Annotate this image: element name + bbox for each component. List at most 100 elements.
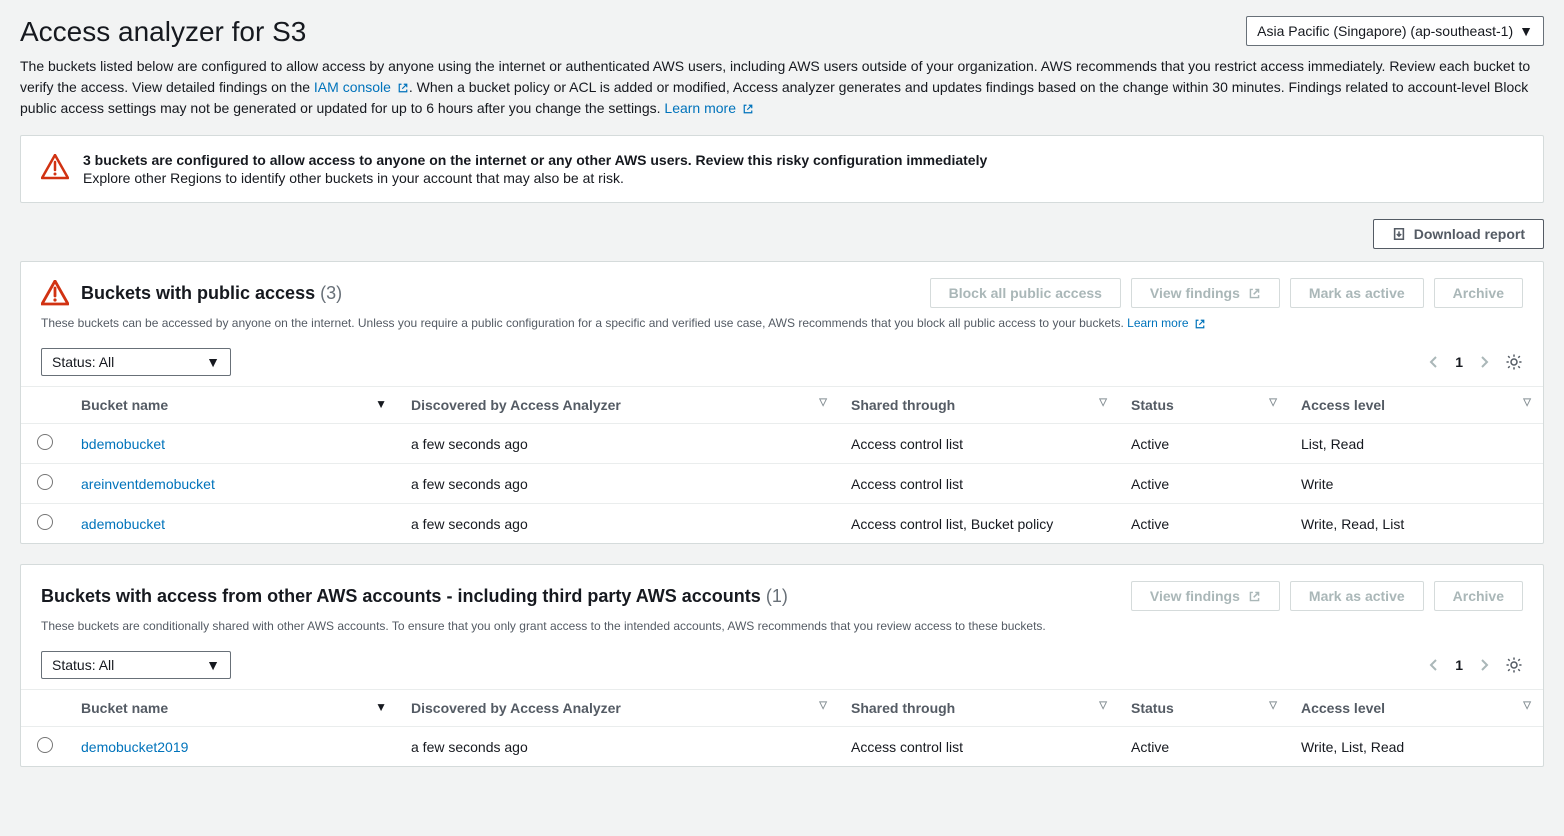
panel-title-text: Buckets with public access: [81, 283, 315, 303]
prev-page-button[interactable]: [1429, 354, 1439, 370]
col-status[interactable]: Status ▽: [1119, 387, 1289, 424]
panel-description: These buckets can be accessed by anyone …: [21, 312, 1543, 342]
shared-cell: Access control list: [839, 727, 1119, 767]
status-filter-select[interactable]: Status: All ▼: [41, 348, 231, 376]
status-cell: Active: [1119, 727, 1289, 767]
public-buckets-table: Bucket name ▼ Discovered by Access Analyz…: [21, 386, 1543, 543]
row-select-radio[interactable]: [37, 737, 53, 753]
access-cell: List, Read: [1289, 424, 1543, 464]
table-row: areinventdemobucket a few seconds agoAcce…: [21, 464, 1543, 504]
panel-learn-more-link[interactable]: Learn more: [1127, 316, 1206, 330]
row-select-radio[interactable]: [37, 514, 53, 530]
status-cell: Active: [1119, 424, 1289, 464]
bucket-name-link[interactable]: areinventdemobucket: [81, 476, 215, 492]
external-link-icon: [1194, 318, 1206, 330]
learn-more-text: Learn more: [664, 100, 736, 116]
table-row: ademobucketa few seconds agoAccess contr…: [21, 504, 1543, 544]
discovered-cell: a few seconds ago: [399, 464, 839, 504]
iam-link-text: IAM console: [314, 79, 391, 95]
panel-learn-more-text: Learn more: [1127, 316, 1188, 330]
prev-page-button[interactable]: [1429, 657, 1439, 673]
sort-icon: ▽: [1269, 397, 1277, 408]
status-cell: Active: [1119, 464, 1289, 504]
col-shared-label: Shared through: [851, 397, 955, 413]
archive-button[interactable]: Archive: [1434, 581, 1523, 611]
sort-icon: ▽: [819, 700, 827, 711]
caret-down-icon: ▼: [206, 657, 220, 673]
status-filter-label: Status: All: [52, 354, 114, 370]
view-findings-label: View findings: [1150, 588, 1240, 604]
settings-gear-icon[interactable]: [1505, 656, 1523, 674]
discovered-cell: a few seconds ago: [399, 727, 839, 767]
col-status-label: Status: [1131, 397, 1174, 413]
learn-more-link[interactable]: Learn more: [664, 100, 753, 116]
region-label: Asia Pacific (Singapore) (ap-southeast-1…: [1257, 23, 1513, 39]
table-row: bdemobucket a few seconds agoAccess contr…: [21, 424, 1543, 464]
access-cell: Write: [1289, 464, 1543, 504]
col-bucket-label: Bucket name: [81, 397, 168, 413]
block-public-access-button[interactable]: Block all public access: [930, 278, 1121, 308]
shared-cell: Access control list: [839, 464, 1119, 504]
panel-count: (1): [766, 586, 788, 606]
col-shared[interactable]: Shared through▽: [839, 690, 1119, 727]
access-cell: Write, List, Read: [1289, 727, 1543, 767]
shared-cell: Access control list: [839, 424, 1119, 464]
table-row: demobucket2019 a few seconds agoAccess co…: [21, 727, 1543, 767]
bucket-name-link[interactable]: demobucket2019: [81, 739, 188, 755]
external-link-icon: [397, 82, 409, 94]
col-access[interactable]: Access level▽: [1289, 387, 1543, 424]
warning-alert: 3 buckets are configured to allow access…: [20, 135, 1544, 203]
external-link-icon: [1248, 287, 1261, 300]
col-shared-label: Shared through: [851, 700, 955, 716]
col-access[interactable]: Access level▽: [1289, 690, 1543, 727]
panel-title: Buckets with public access (3): [81, 283, 342, 304]
col-shared[interactable]: Shared through ▽: [839, 387, 1119, 424]
access-cell: Write, Read, List: [1289, 504, 1543, 544]
col-bucket-name[interactable]: Bucket name▼: [69, 690, 399, 727]
region-selector[interactable]: Asia Pacific (Singapore) (ap-southeast-1…: [1246, 16, 1544, 46]
col-status[interactable]: Status▽: [1119, 690, 1289, 727]
panel-desc-text: These buckets can be accessed by anyone …: [41, 316, 1127, 330]
page-number: 1: [1455, 354, 1463, 370]
next-page-button[interactable]: [1479, 657, 1489, 673]
next-page-button[interactable]: [1479, 354, 1489, 370]
sort-desc-icon: ▼: [375, 397, 387, 411]
view-findings-label: View findings: [1150, 285, 1240, 301]
panel-description: These buckets are conditionally shared w…: [21, 615, 1543, 645]
iam-console-link[interactable]: IAM console: [314, 79, 409, 95]
alert-title: 3 buckets are configured to allow access…: [83, 152, 987, 168]
sort-icon: ▽: [819, 397, 827, 408]
panel-title: Buckets with access from other AWS accou…: [41, 586, 788, 607]
discovered-cell: a few seconds ago: [399, 424, 839, 464]
shared-cell: Access control list, Bucket policy: [839, 504, 1119, 544]
view-findings-button[interactable]: View findings: [1131, 581, 1280, 611]
download-report-label: Download report: [1414, 226, 1525, 242]
page-number: 1: [1455, 657, 1463, 673]
page-description: The buckets listed below are configured …: [20, 56, 1544, 119]
sort-icon: ▽: [1523, 397, 1531, 408]
warning-triangle-icon: [41, 280, 69, 306]
row-select-radio[interactable]: [37, 434, 53, 450]
col-disc-label: Discovered by Access Analyzer: [411, 700, 621, 716]
status-filter-label: Status: All: [52, 657, 114, 673]
download-report-button[interactable]: Download report: [1373, 219, 1544, 249]
caret-down-icon: ▼: [1519, 23, 1533, 39]
col-select: [21, 387, 69, 424]
view-findings-button[interactable]: View findings: [1131, 278, 1280, 308]
row-select-radio[interactable]: [37, 474, 53, 490]
mark-active-button[interactable]: Mark as active: [1290, 581, 1424, 611]
sort-icon: ▽: [1099, 397, 1107, 408]
caret-down-icon: ▼: [206, 354, 220, 370]
sort-desc-icon: ▼: [375, 700, 387, 714]
status-filter-select[interactable]: Status: All ▼: [41, 651, 231, 679]
col-discovered[interactable]: Discovered by Access Analyzer ▽: [399, 387, 839, 424]
bucket-name-link[interactable]: bdemobucket: [81, 436, 165, 452]
col-disc-label: Discovered by Access Analyzer: [411, 397, 621, 413]
col-discovered[interactable]: Discovered by Access Analyzer ▽: [399, 690, 839, 727]
settings-gear-icon[interactable]: [1505, 353, 1523, 371]
bucket-name-link[interactable]: ademobucket: [81, 516, 165, 532]
archive-button[interactable]: Archive: [1434, 278, 1523, 308]
mark-active-button[interactable]: Mark as active: [1290, 278, 1424, 308]
panel-count: (3): [320, 283, 342, 303]
col-bucket-name[interactable]: Bucket name ▼: [69, 387, 399, 424]
